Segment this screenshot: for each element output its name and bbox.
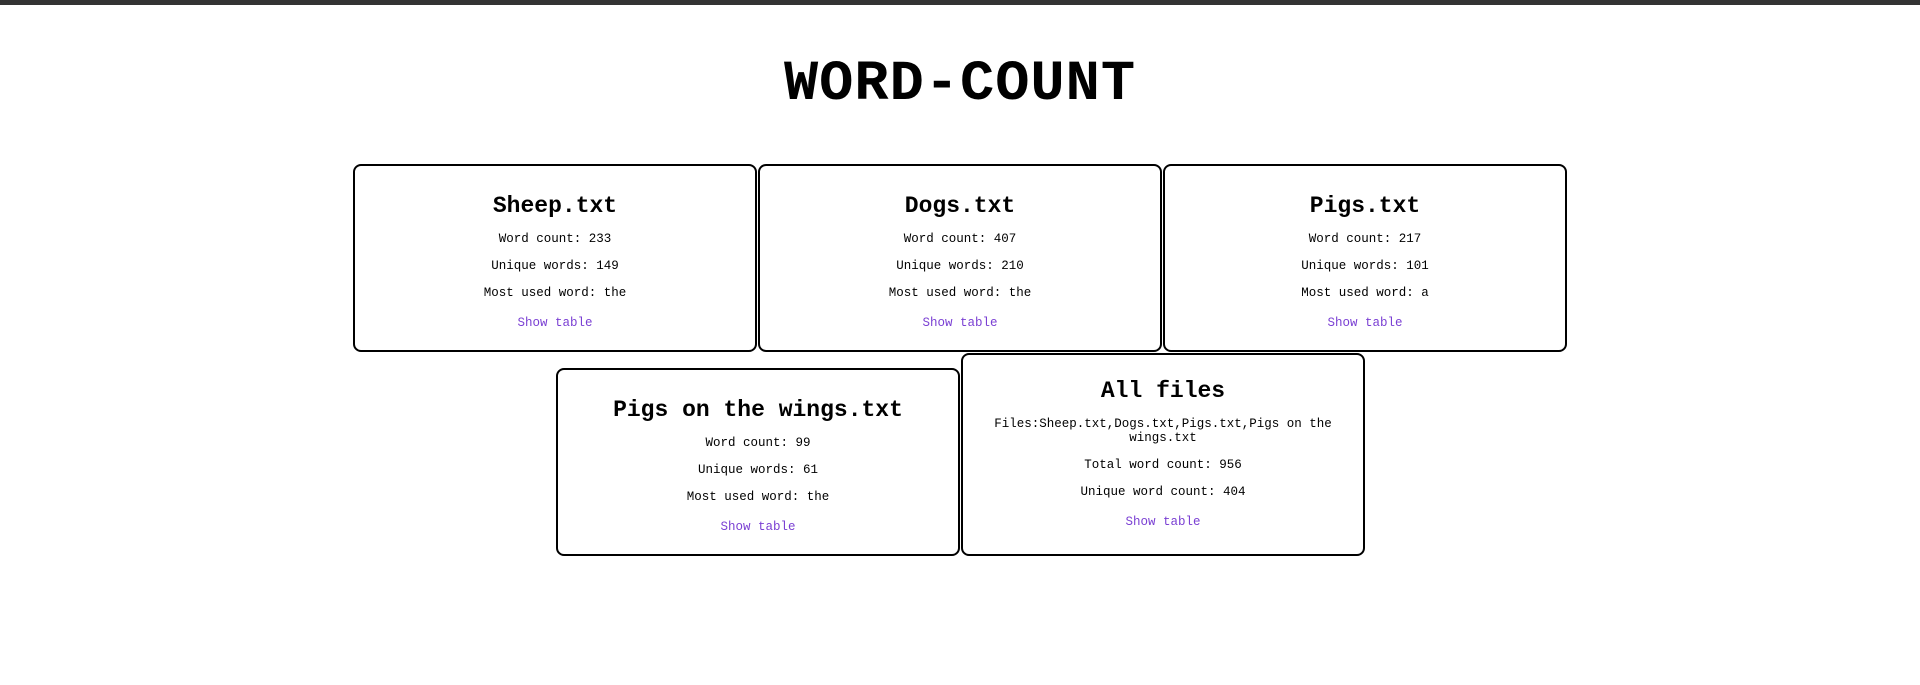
unique-words: Unique words: 210 [896, 259, 1024, 273]
file-card-pigs: Pigs.txt Word count: 217 Unique words: 1… [1163, 164, 1567, 352]
file-card-sheep: Sheep.txt Word count: 233 Unique words: … [353, 164, 757, 352]
unique-words: Unique words: 61 [697, 463, 819, 477]
page-title: WORD-COUNT [783, 53, 1137, 117]
show-table-link[interactable]: Show table [1125, 515, 1200, 529]
unique-word-count: Unique word count: 404 [1080, 485, 1246, 499]
word-count: Word count: 233 [498, 232, 612, 246]
top-bar [0, 0, 1920, 5]
word-count: Word count: 217 [1308, 232, 1422, 246]
summary-card-all-files: All files Files:Sheep.txt,Dogs.txt,Pigs.… [961, 353, 1365, 556]
most-used-word: Most used word: the [888, 286, 1032, 300]
file-card-title: Pigs.txt [1309, 193, 1421, 219]
file-card-title: Dogs.txt [904, 193, 1016, 219]
show-table-link[interactable]: Show table [1327, 316, 1402, 330]
show-table-link[interactable]: Show table [922, 316, 997, 330]
file-card-title: Pigs on the wings.txt [613, 397, 903, 423]
most-used-word: Most used word: a [1301, 286, 1429, 300]
show-table-link[interactable]: Show table [517, 316, 592, 330]
unique-words: Unique words: 101 [1301, 259, 1429, 273]
word-count: Word count: 407 [903, 232, 1017, 246]
total-word-count: Total word count: 956 [1084, 458, 1242, 472]
word-count: Word count: 99 [705, 436, 811, 450]
files-list: Files:Sheep.txt,Dogs.txt,Pigs.txt,Pigs o… [994, 417, 1332, 445]
file-card-dogs: Dogs.txt Word count: 407 Unique words: 2… [758, 164, 1162, 352]
summary-card-title: All files [1100, 378, 1226, 404]
most-used-word: Most used word: the [686, 490, 830, 504]
file-card-pigs-on-the-wings: Pigs on the wings.txt Word count: 99 Uni… [556, 368, 960, 556]
most-used-word: Most used word: the [483, 286, 627, 300]
unique-words: Unique words: 149 [491, 259, 619, 273]
show-table-link[interactable]: Show table [720, 520, 795, 534]
file-card-title: Sheep.txt [492, 193, 618, 219]
